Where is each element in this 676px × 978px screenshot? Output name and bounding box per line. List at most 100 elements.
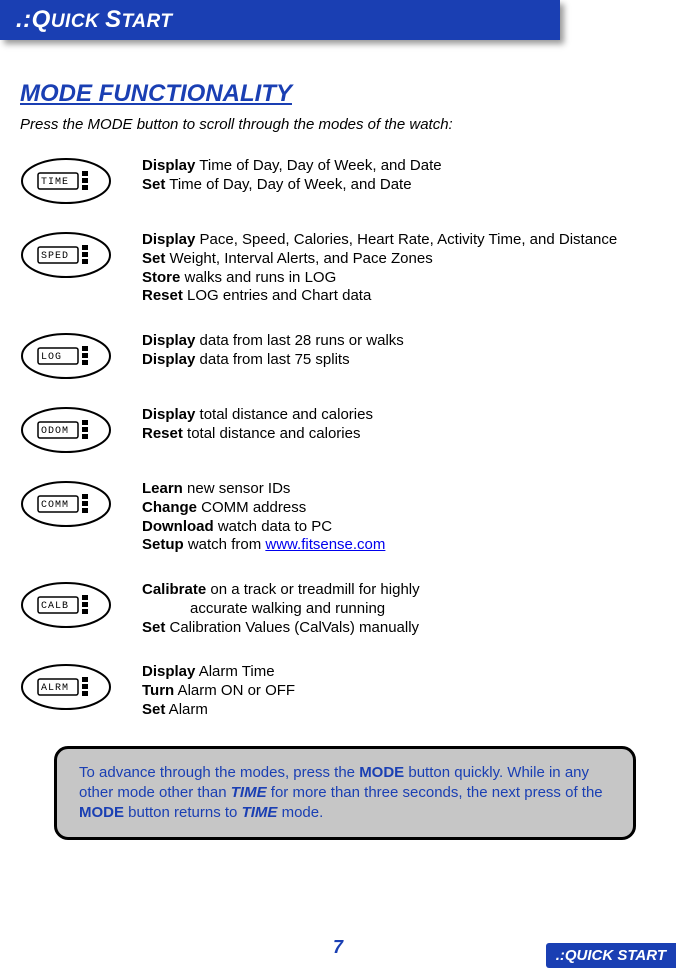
mode-icon-sped: SPED — [20, 231, 112, 279]
mode-line: Reset total distance and calories — [142, 425, 656, 444]
mode-line-bold: Display — [142, 351, 195, 368]
mode-line: Set Alarm — [142, 701, 656, 720]
mode-line: Display Pace, Speed, Calories, Heart Rat… — [142, 231, 656, 250]
watch-icon: ODOM — [20, 406, 112, 454]
tip-text: To advance through the modes, press the … — [79, 764, 603, 822]
mode-line: Learn new sensor IDs — [142, 480, 656, 499]
mode-line-text: Alarm — [165, 701, 208, 718]
mode-line: Download watch data to PC — [142, 518, 656, 537]
mode-line-text: Time of Day, Day of Week, and Date — [165, 176, 411, 193]
mode-line-text: walks and runs in LOG — [180, 269, 336, 286]
mode-row: SPED Display Pace, Speed, Calories, Hear… — [20, 231, 656, 306]
mode-line: Set Weight, Interval Alerts, and Pace Zo… — [142, 250, 656, 269]
mode-line-text: Weight, Interval Alerts, and Pace Zones — [165, 250, 432, 267]
mode-line: Display data from last 75 splits — [142, 351, 656, 370]
mode-line-text: COMM address — [197, 499, 306, 516]
content: MODE FUNCTIONALITY Press the MODE button… — [0, 40, 676, 840]
mode-row: TIME Display Time of Day, Day of Week, a… — [20, 157, 656, 205]
mode-line-bold: Reset — [142, 287, 183, 304]
mode-line-link[interactable]: www.fitsense.com — [265, 536, 385, 553]
mode-line-bold: Display — [142, 332, 195, 349]
watch-icon: TIME — [20, 157, 112, 205]
mode-line-text: accurate walking and running — [190, 600, 385, 617]
mode-line-bold: Set — [142, 701, 165, 718]
mode-icon-calb: CALB — [20, 581, 112, 629]
mode-line: Reset LOG entries and Chart data — [142, 287, 656, 306]
mode-line-bold: Reset — [142, 425, 183, 442]
mode-line-text: watch from — [184, 536, 266, 553]
svg-text:ODOM: ODOM — [41, 426, 69, 437]
watch-icon: CALB — [20, 581, 112, 629]
mode-line-text: new sensor IDs — [183, 480, 291, 497]
mode-description: Display data from last 28 runs or walksD… — [112, 332, 656, 370]
mode-description: Display Time of Day, Day of Week, and Da… — [112, 157, 656, 195]
mode-line-text: watch data to PC — [214, 518, 332, 535]
mode-line-text: Calibration Values (CalVals) manually — [165, 619, 419, 636]
mode-icon-comm: COMM — [20, 480, 112, 528]
page-number: 7 — [333, 937, 343, 958]
mode-line-bold: Setup — [142, 536, 184, 553]
mode-line-text: total distance and calories — [195, 406, 373, 423]
mode-line: Turn Alarm ON or OFF — [142, 682, 656, 701]
mode-line-text: Time of Day, Day of Week, and Date — [195, 157, 441, 174]
mode-line: Set Time of Day, Day of Week, and Date — [142, 176, 656, 195]
mode-line-bold: Set — [142, 250, 165, 267]
mode-line-text: Alarm ON or OFF — [174, 682, 295, 699]
mode-line-bold: Store — [142, 269, 180, 286]
mode-line-text: Alarm Time — [195, 663, 274, 680]
page-header: .:QUICK START — [0, 0, 560, 40]
mode-line: Display total distance and calories — [142, 406, 656, 425]
mode-line-bold: Display — [142, 157, 195, 174]
mode-line: Setup watch from www.fitsense.com — [142, 536, 656, 555]
mode-line-text: on a track or treadmill for highly — [206, 581, 419, 598]
svg-text:SPED: SPED — [41, 251, 69, 262]
mode-icon-log: LOG — [20, 332, 112, 380]
mode-line: Display Time of Day, Day of Week, and Da… — [142, 157, 656, 176]
mode-line: Display Alarm Time — [142, 663, 656, 682]
mode-line-text: data from last 28 runs or walks — [195, 332, 403, 349]
mode-row: ODOM Display total distance and calories… — [20, 406, 656, 454]
mode-description: Display Pace, Speed, Calories, Heart Rat… — [112, 231, 656, 306]
mode-description: Learn new sensor IDsChange COMM addressD… — [112, 480, 656, 555]
tip-box: To advance through the modes, press the … — [54, 746, 636, 841]
svg-text:COMM: COMM — [41, 500, 69, 511]
mode-line: Display data from last 28 runs or walks — [142, 332, 656, 351]
svg-text:ALRM: ALRM — [41, 683, 69, 694]
mode-line: Change COMM address — [142, 499, 656, 518]
mode-line-text: total distance and calories — [183, 425, 361, 442]
footer-label: .:QUICK START — [546, 943, 676, 968]
mode-line-bold: Display — [142, 663, 195, 680]
mode-line-bold: Display — [142, 231, 195, 248]
mode-line-bold: Learn — [142, 480, 183, 497]
mode-line: Set Calibration Values (CalVals) manuall… — [142, 619, 656, 638]
mode-row: ALRM Display Alarm TimeTurn Alarm ON or … — [20, 663, 656, 719]
mode-line-bold: Display — [142, 406, 195, 423]
mode-line-text: data from last 75 splits — [195, 351, 349, 368]
mode-description: Display total distance and caloriesReset… — [112, 406, 656, 444]
mode-description: Calibrate on a track or treadmill for hi… — [112, 581, 656, 637]
svg-text:CALB: CALB — [41, 601, 69, 612]
mode-line-bold: Set — [142, 176, 165, 193]
mode-line-text: Pace, Speed, Calories, Heart Rate, Activ… — [195, 231, 617, 248]
mode-line-bold: Turn — [142, 682, 174, 699]
mode-line-bold: Download — [142, 518, 214, 535]
mode-description: Display Alarm TimeTurn Alarm ON or OFFSe… — [112, 663, 656, 719]
mode-icon-odom: ODOM — [20, 406, 112, 454]
mode-line: accurate walking and running — [142, 600, 656, 619]
header-title: .:QUICK START — [16, 6, 172, 33]
mode-line-bold: Calibrate — [142, 581, 206, 598]
watch-icon: SPED — [20, 231, 112, 279]
mode-line: Store walks and runs in LOG — [142, 269, 656, 288]
svg-text:TIME: TIME — [41, 177, 69, 188]
svg-text:LOG: LOG — [41, 352, 62, 363]
mode-row: CALB Calibrate on a track or treadmill f… — [20, 581, 656, 637]
mode-icon-time: TIME — [20, 157, 112, 205]
watch-icon: ALRM — [20, 663, 112, 711]
mode-line-bold: Change — [142, 499, 197, 516]
mode-line-text: LOG entries and Chart data — [183, 287, 371, 304]
modes-list: TIME Display Time of Day, Day of Week, a… — [20, 157, 656, 720]
mode-line: Calibrate on a track or treadmill for hi… — [142, 581, 656, 600]
section-title: MODE FUNCTIONALITY — [20, 80, 656, 108]
mode-row: LOG Display data from last 28 runs or wa… — [20, 332, 656, 380]
mode-icon-alrm: ALRM — [20, 663, 112, 711]
